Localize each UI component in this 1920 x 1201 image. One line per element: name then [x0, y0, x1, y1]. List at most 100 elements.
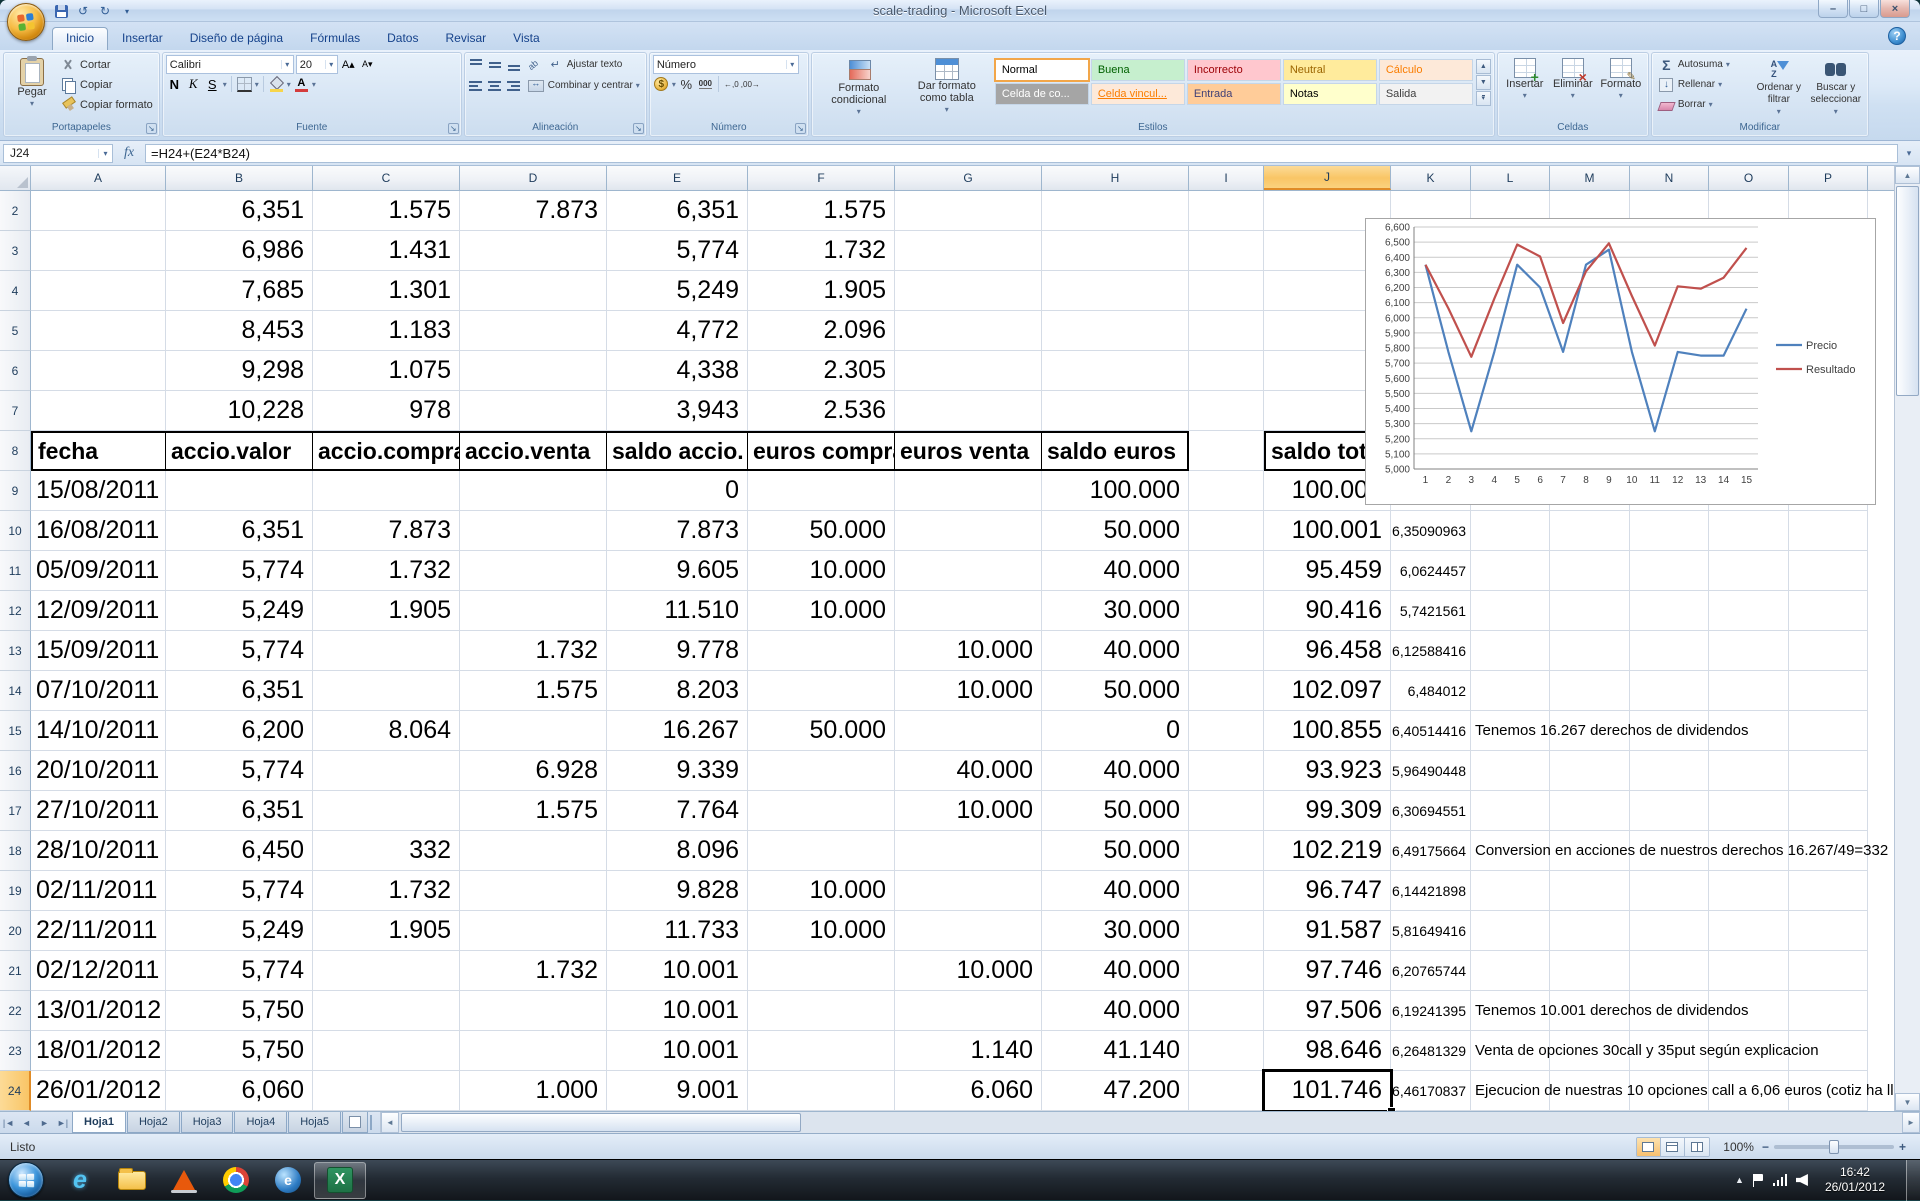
cell-A7[interactable] [31, 391, 166, 431]
cell-E24[interactable]: 9.001 [607, 1071, 748, 1111]
cell-F16[interactable] [748, 751, 895, 791]
cell-D11[interactable] [460, 551, 607, 591]
cell-I7[interactable] [1189, 391, 1264, 431]
cell-H17[interactable]: 50.000 [1042, 791, 1189, 831]
cell-O11[interactable] [1709, 551, 1789, 591]
zoom-level[interactable]: 100% [1718, 1140, 1754, 1154]
cell-D7[interactable] [460, 391, 607, 431]
cell-I13[interactable] [1189, 631, 1264, 671]
cell-D4[interactable] [460, 271, 607, 311]
cell-I11[interactable] [1189, 551, 1264, 591]
taskbar-excel[interactable] [314, 1162, 366, 1199]
volume-icon[interactable] [1796, 1174, 1808, 1186]
horizontal-scroll-thumb[interactable] [401, 1113, 801, 1132]
cell-P10[interactable] [1789, 511, 1868, 551]
cell-style-celda-vincul-[interactable]: Celda vincul... [1091, 83, 1185, 105]
cell-G4[interactable] [895, 271, 1042, 311]
insert-function-button[interactable] [116, 145, 142, 161]
scroll-left-button[interactable]: ◄ [381, 1112, 399, 1133]
cell-P16[interactable] [1789, 751, 1868, 791]
cell-L23[interactable]: Venta de opciones 30call y 35put según e… [1471, 1031, 1550, 1071]
first-sheet-button[interactable] [0, 1112, 18, 1133]
alignment-dialog-launcher[interactable] [633, 123, 644, 134]
scroll-right-button[interactable]: ► [1902, 1112, 1920, 1133]
cell-H5[interactable] [1042, 311, 1189, 351]
cell-D16[interactable]: 6.928 [460, 751, 607, 791]
horizontal-scrollbar[interactable]: ◄ ► [380, 1112, 1920, 1133]
row-header-7[interactable]: 7 [0, 391, 31, 431]
row-header-15[interactable]: 15 [0, 711, 31, 751]
cell-A15[interactable]: 14/10/2011 [31, 711, 166, 751]
cell-J18[interactable]: 102.219 [1264, 831, 1391, 871]
cell-G22[interactable] [895, 991, 1042, 1031]
cell-H8[interactable]: saldo euros [1042, 431, 1189, 471]
help-button[interactable] [1888, 27, 1906, 45]
cell-M14[interactable] [1550, 671, 1630, 711]
cell-D5[interactable] [460, 311, 607, 351]
increase-decimal-button[interactable] [723, 76, 740, 92]
cell-J15[interactable]: 100.855 [1264, 711, 1391, 751]
cell-A19[interactable]: 02/11/2011 [31, 871, 166, 911]
row-header-2[interactable]: 2 [0, 191, 31, 231]
sheet-tab-hoja2[interactable]: Hoja2 [127, 1112, 180, 1133]
expand-formula-bar-button[interactable] [1901, 148, 1917, 159]
cell-C11[interactable]: 1.732 [313, 551, 460, 591]
cell-style-celda-de-co-[interactable]: Celda de co... [995, 83, 1089, 105]
cell-E15[interactable]: 16.267 [607, 711, 748, 751]
underline-button[interactable] [204, 76, 221, 92]
cell-A10[interactable]: 16/08/2011 [31, 511, 166, 551]
cell-M17[interactable] [1550, 791, 1630, 831]
col-header-G[interactable]: G [895, 166, 1042, 190]
cell-C15[interactable]: 8.064 [313, 711, 460, 751]
clear-button[interactable]: Borrar▾ [1655, 95, 1751, 114]
cell-N11[interactable] [1630, 551, 1709, 591]
cell-style-notas[interactable]: Notas [1283, 83, 1377, 105]
cell-P20[interactable] [1789, 911, 1868, 951]
cell-E8[interactable]: saldo accio. [607, 431, 748, 471]
cell-O12[interactable] [1709, 591, 1789, 631]
cell-H14[interactable]: 50.000 [1042, 671, 1189, 711]
cell-K21[interactable]: 6,20765744 [1391, 951, 1471, 991]
col-header-F[interactable]: F [748, 166, 895, 190]
cell-J22[interactable]: 97.506 [1264, 991, 1391, 1031]
cell-N20[interactable] [1630, 911, 1709, 951]
cell-C18[interactable]: 332 [313, 831, 460, 871]
cell-style-buena[interactable]: Buena [1091, 59, 1185, 81]
cell-C13[interactable] [313, 631, 460, 671]
ribbon-tab-inicio[interactable]: Inicio [52, 27, 108, 50]
cell-style-salida[interactable]: Salida [1379, 83, 1473, 105]
cell-F8[interactable]: euros compra [748, 431, 895, 471]
cell-K20[interactable]: 5,81649416 [1391, 911, 1471, 951]
cell-O13[interactable] [1709, 631, 1789, 671]
gallery-up-button[interactable] [1476, 59, 1491, 74]
cell-B22[interactable]: 5,750 [166, 991, 313, 1031]
cell-C9[interactable] [313, 471, 460, 511]
cell-G3[interactable] [895, 231, 1042, 271]
cell-D18[interactable] [460, 831, 607, 871]
cell-P14[interactable] [1789, 671, 1868, 711]
cell-L18[interactable]: Conversion en acciones de nuestros derec… [1471, 831, 1550, 871]
cell-style-entrada[interactable]: Entrada [1187, 83, 1281, 105]
cell-G16[interactable]: 40.000 [895, 751, 1042, 791]
cell-I8[interactable] [1189, 431, 1264, 471]
cell-G6[interactable] [895, 351, 1042, 391]
cell-G7[interactable] [895, 391, 1042, 431]
minimize-button[interactable] [1818, 0, 1848, 18]
cell-K16[interactable]: 5,96490448 [1391, 751, 1471, 791]
cell-C3[interactable]: 1.431 [313, 231, 460, 271]
cell-B13[interactable]: 5,774 [166, 631, 313, 671]
cell-B2[interactable]: 6,351 [166, 191, 313, 231]
cell-E6[interactable]: 4,338 [607, 351, 748, 391]
action-center-icon[interactable] [1753, 1174, 1764, 1187]
cell-K24[interactable]: 6,46170837 [1391, 1071, 1471, 1111]
cell-E16[interactable]: 9.339 [607, 751, 748, 791]
cell-A16[interactable]: 20/10/2011 [31, 751, 166, 791]
cell-E11[interactable]: 9.605 [607, 551, 748, 591]
font-dialog-launcher[interactable] [448, 123, 459, 134]
cell-J21[interactable]: 97.746 [1264, 951, 1391, 991]
col-header-O[interactable]: O [1709, 166, 1789, 190]
cell-C22[interactable] [313, 991, 460, 1031]
gallery-down-button[interactable] [1476, 75, 1491, 90]
row-header-5[interactable]: 5 [0, 311, 31, 351]
sheet-tab-hoja1[interactable]: Hoja1 [72, 1112, 126, 1133]
